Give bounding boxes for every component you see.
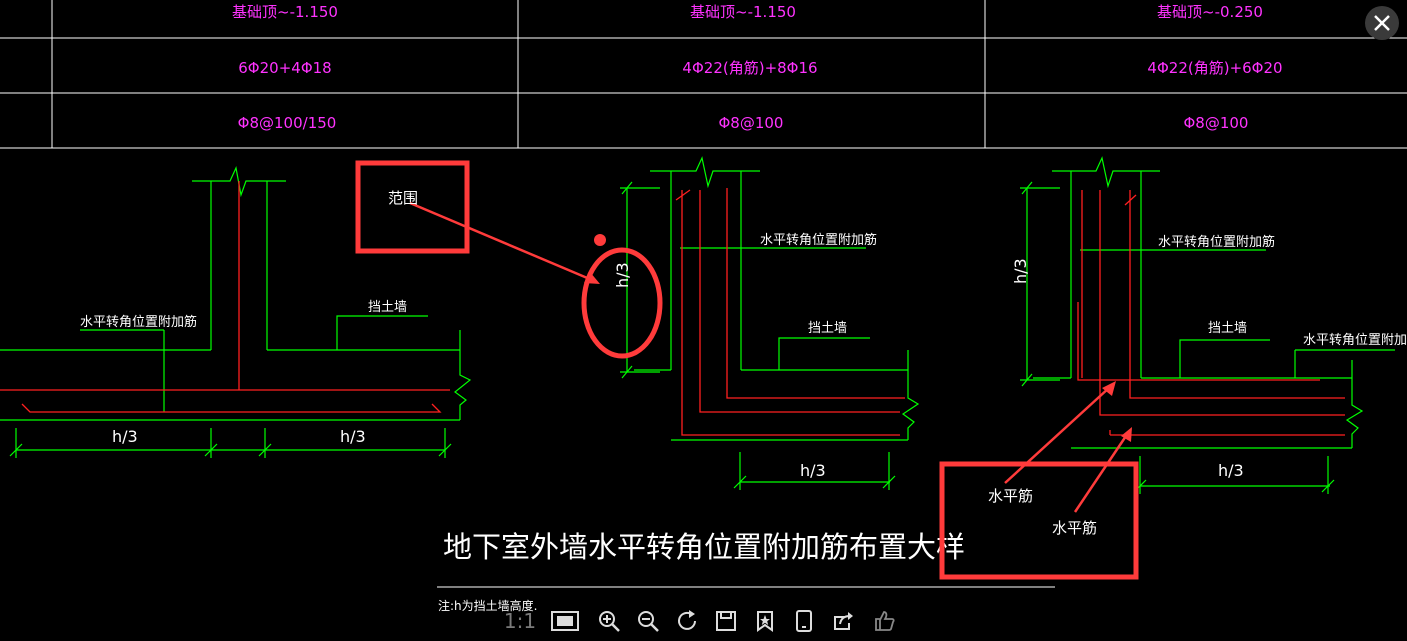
range-highlight-box [355, 160, 470, 254]
scale-indicator[interactable]: 1:1 [500, 604, 540, 638]
markup-dot [594, 234, 606, 246]
table-cell: Φ8@100 [719, 114, 784, 132]
dimension-label: h/3 [112, 427, 138, 446]
horizontal-bar-label: 水平筋 [988, 487, 1033, 505]
table-cell: 基础顶~-0.250 [1157, 3, 1263, 21]
table-cell: 4Φ22(角筋)+6Φ20 [1147, 59, 1282, 77]
close-button[interactable] [1365, 6, 1399, 40]
bookmark-icon [757, 611, 773, 632]
retaining-wall-label: 挡土墙 [1208, 321, 1247, 336]
save-icon [716, 611, 736, 631]
dimension-label: h/3 [613, 262, 632, 288]
table-cell: 4Φ22(角筋)+8Φ16 [682, 59, 817, 77]
detail-1-t-junction: 水平转角位置附加筋 挡土墙 h/3 h/3 [0, 166, 472, 458]
drawing-title: 地下室外墙水平转角位置附加筋布置大样 [443, 530, 965, 564]
table-cell: Φ8@100 [1184, 114, 1249, 132]
table-cell: 基础顶~-1.150 [232, 3, 338, 21]
close-icon [1374, 15, 1390, 31]
drawing-title-block: 地下室外墙水平转角位置附加筋布置大样 注:h为挡土墙高度. [437, 530, 1055, 613]
horizontal-bar-highlight-box [939, 461, 1139, 580]
save-button[interactable] [711, 604, 741, 638]
retaining-wall-label: 挡土墙 [808, 321, 847, 336]
range-label: 范围 [388, 189, 418, 207]
rebar-label: 水平转角位置附加筋 [760, 232, 877, 248]
horizontal-bar-label: 水平筋 [1052, 519, 1097, 537]
dimension-label: h/3 [800, 461, 826, 480]
viewer-toolbar: 1:1 [500, 604, 900, 638]
fit-screen-button[interactable] [548, 604, 582, 638]
rebar-label: 水平转角位置附加筋 [1158, 234, 1275, 250]
fit-screen-icon [551, 611, 579, 631]
rebar-label: 水平转角位置附加筋 [1303, 332, 1407, 348]
table-cell: 6Φ20+4Φ18 [238, 59, 331, 77]
tablet-view-button[interactable] [789, 604, 819, 638]
retaining-wall-label: 挡土墙 [368, 300, 407, 315]
scale-label: 1:1 [503, 609, 537, 633]
detail-3-l-corner: 水平转角位置附加筋 水平转角位置附加筋 挡土墙 h/3 h/3 [1011, 156, 1407, 494]
tablet-icon [796, 610, 812, 632]
rotate-icon [678, 610, 696, 630]
rotate-button[interactable] [673, 604, 703, 638]
zoom-in-button[interactable] [594, 604, 624, 638]
dimension-label: h/3 [1218, 461, 1244, 480]
zoom-in-icon [599, 611, 620, 632]
zoom-out-button[interactable] [633, 604, 663, 638]
share-button[interactable] [828, 604, 858, 638]
share-icon [834, 612, 853, 630]
like-icon [875, 611, 895, 631]
table-cell: Φ8@100/150 [238, 114, 337, 132]
cad-drawing-canvas: 基础顶~-1.150 基础顶~-1.150 基础顶~-0.250 6Φ20+4Φ… [0, 0, 1407, 613]
table-cell: 基础顶~-1.150 [690, 3, 796, 21]
dimension-label: h/3 [340, 427, 366, 446]
bookmark-button[interactable] [750, 604, 780, 638]
dimension-label: h/3 [1011, 258, 1030, 284]
like-button[interactable] [870, 604, 900, 638]
rebar-label: 水平转角位置附加筋 [80, 314, 197, 330]
zoom-out-icon [638, 611, 659, 632]
